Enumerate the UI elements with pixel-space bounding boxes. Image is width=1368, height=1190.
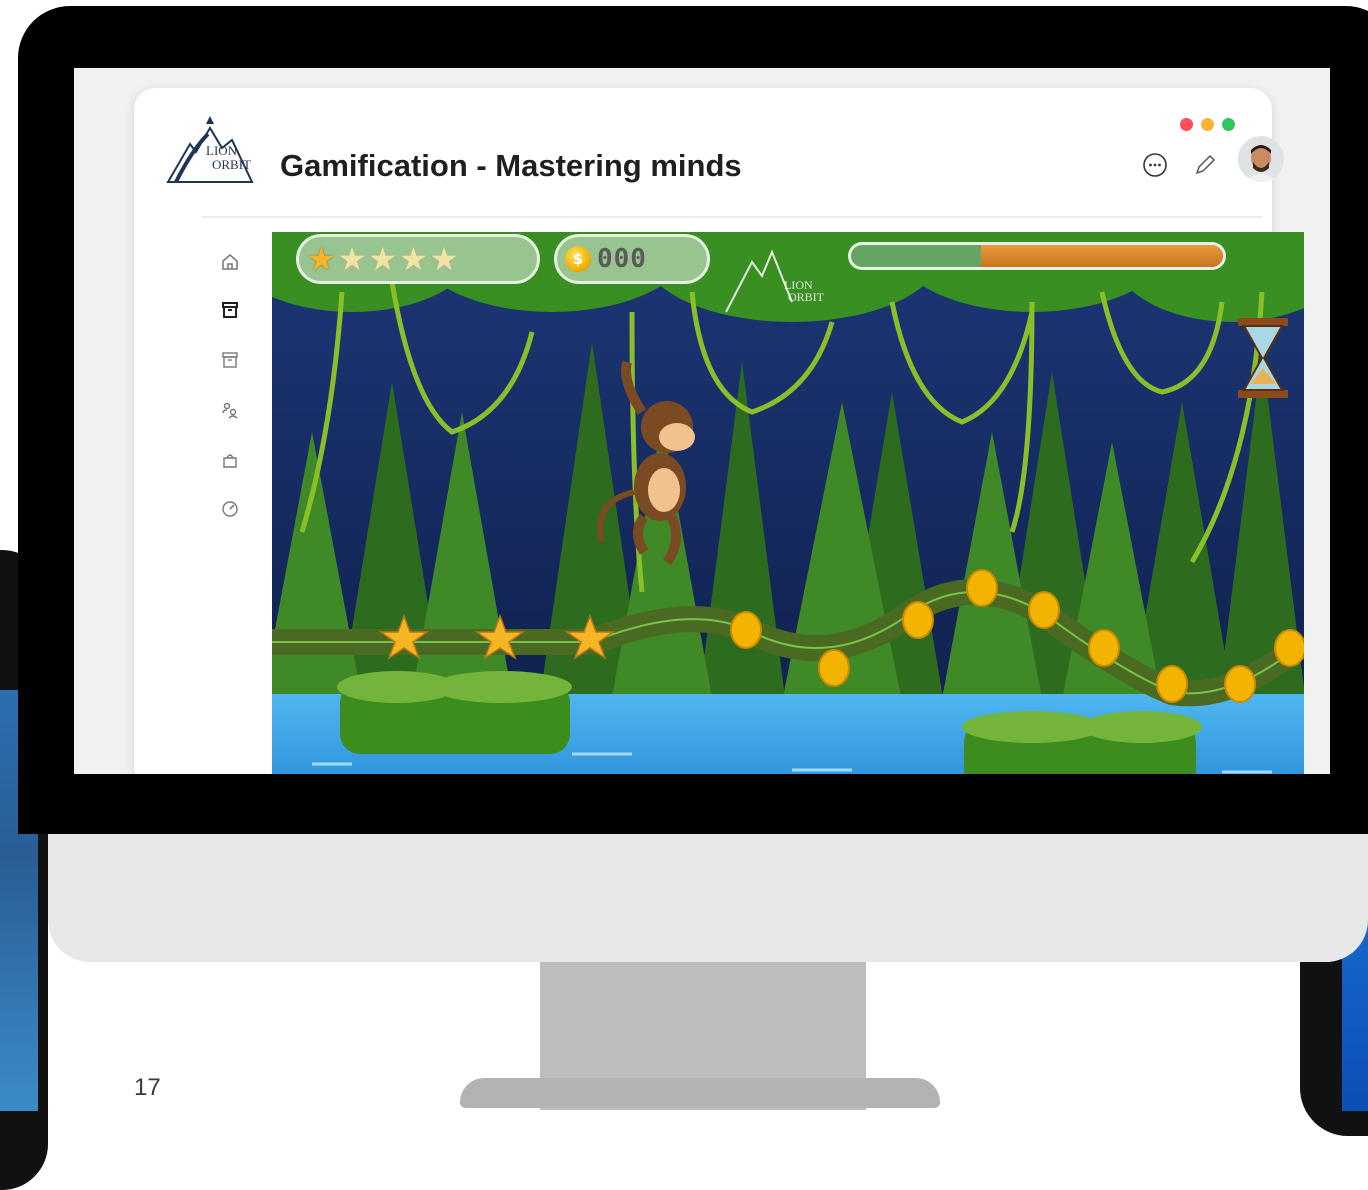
chat-icon[interactable] [1142,152,1168,178]
monitor-screen: LION ORBIT Gamification - Mastering mind… [74,68,1330,774]
game-canvas[interactable]: LION ORBIT ★ ★ ★ ★ ★ $ 000 [272,232,1304,774]
sidebar-archive-icon[interactable] [218,298,242,322]
app-window: LION ORBIT Gamification - Mastering mind… [134,88,1304,774]
pencil-icon[interactable] [1192,152,1218,178]
hud-star-icon: ★ [368,241,398,277]
hud-star-icon: ★ [307,241,336,277]
path-coin [1156,665,1188,703]
page-title: Gamification - Mastering minds [280,148,742,183]
left-bush-platform [337,671,572,754]
header-divider [202,216,1262,218]
monitor-chin [48,820,1368,962]
hud-star-icon: ★ [399,241,428,277]
window-minimize-dot[interactable] [1201,118,1214,131]
path-coin [1274,629,1304,667]
hud-star-icon: ★ [429,241,459,277]
monitor-stand-base [460,1078,940,1108]
sidebar-shopping-bag-icon[interactable] [218,448,242,472]
coin-icon: $ [565,246,591,272]
sidebar-speedometer-icon[interactable] [218,496,242,520]
user-avatar[interactable] [1238,136,1284,182]
timer-progress-bar [848,242,1226,270]
hud-star-icon: ★ [337,241,367,277]
sidebar-users-group-icon[interactable] [218,398,242,422]
path-coin [730,611,762,649]
path-coin [966,569,998,607]
stars-rating-hud: ★ ★ ★ ★ ★ [296,234,540,284]
path-coin [1224,665,1256,703]
path-coin [1028,591,1060,629]
sidebar-archive-outline-icon[interactable] [218,348,242,372]
coins-hud: $ 000 [554,234,710,284]
right-bush-platform [962,711,1202,774]
window-maximize-dot[interactable] [1222,118,1235,131]
watermark-text-bottom: ORBIT [788,290,824,304]
slide-page-number: 17 [134,1074,161,1101]
window-close-dot[interactable] [1180,118,1193,131]
logo-text-bottom: ORBIT [212,157,251,172]
coin-count: 000 [597,244,647,274]
lion-orbit-logo: LION ORBIT [162,110,258,190]
path-coin [902,601,934,639]
sidebar-home-icon[interactable] [218,250,242,274]
path-coin [1088,629,1120,667]
jungle-scene [272,232,1304,774]
timer-progress-fill [981,245,1223,267]
logo-text-top: LION [206,143,238,158]
path-coin [818,649,850,687]
